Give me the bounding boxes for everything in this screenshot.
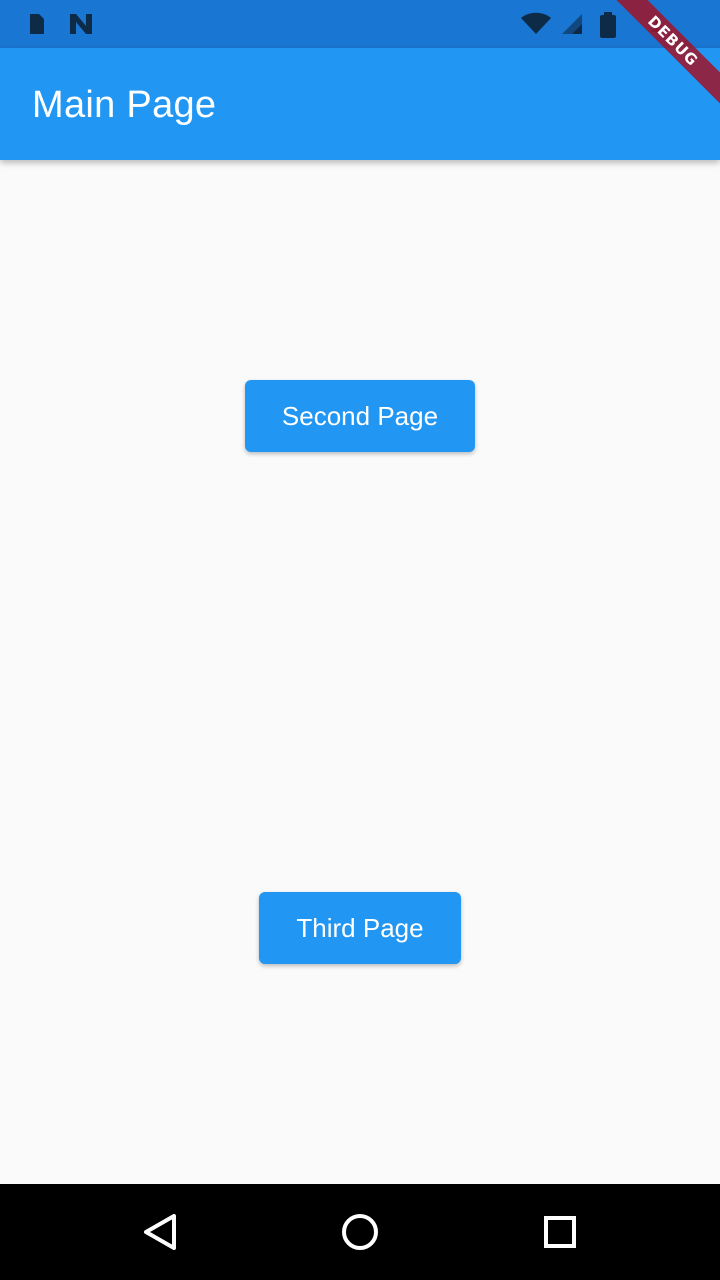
battery-icon [598, 12, 618, 43]
recents-icon[interactable] [536, 1208, 584, 1256]
navigation-bar [0, 1184, 720, 1280]
second-page-button[interactable]: Second Page [245, 380, 475, 452]
wifi-icon [520, 12, 552, 41]
sim-card-icon [24, 12, 48, 41]
status-time: 1 [650, 12, 663, 37]
signal-icon [560, 12, 584, 41]
third-page-button[interactable]: Third Page [259, 892, 461, 964]
page-title: Main Page [32, 84, 217, 126]
status-bar: 1 [0, 0, 720, 48]
back-icon[interactable] [136, 1208, 184, 1256]
screen: 1 Main Page DEBUG Second Page Third Page [0, 0, 720, 1280]
app-bar: Main Page [0, 48, 720, 160]
home-icon[interactable] [336, 1208, 384, 1256]
notification-icon [68, 12, 100, 41]
